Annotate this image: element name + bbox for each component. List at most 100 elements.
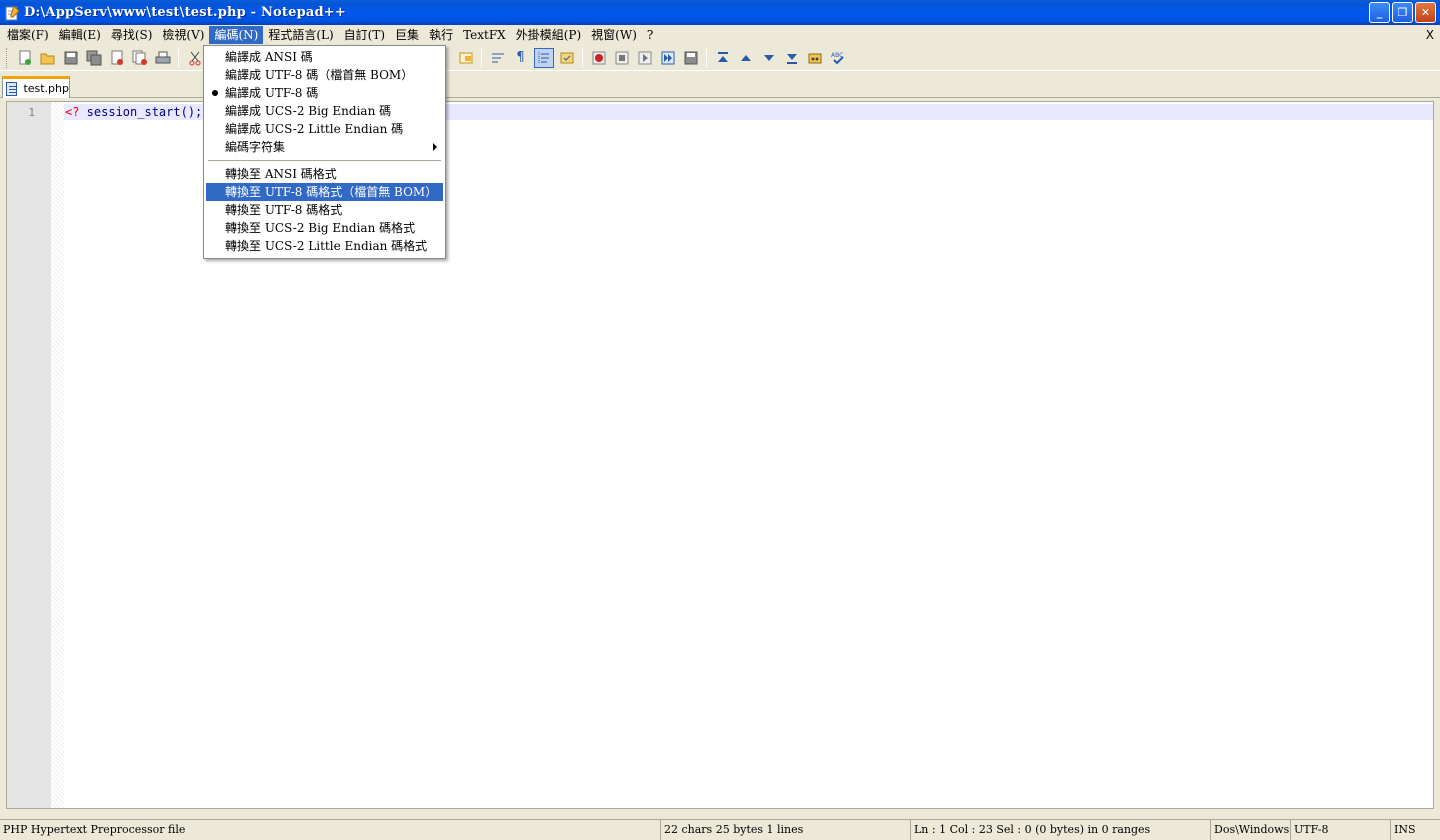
- submenu-arrow-icon: [433, 143, 437, 151]
- previous-bookmark-button[interactable]: [736, 48, 756, 68]
- status-bar: PHP Hypertext Preprocessor file 22 chars…: [0, 819, 1440, 840]
- save-button[interactable]: [61, 48, 81, 68]
- close-file-icon: [111, 50, 123, 65]
- cassette-icon: [808, 53, 821, 63]
- menu-item-encode-ucs2-big-endian[interactable]: 編譯成 UCS-2 Big Endian 碼: [206, 102, 443, 120]
- close-document-button[interactable]: X: [1426, 28, 1434, 42]
- cut-button[interactable]: [185, 48, 205, 68]
- menu-item-label: 轉換至 UTF-8 碼格式（檔首無 BOM）: [225, 185, 438, 199]
- menu-item-encode-utf8-without-bom[interactable]: 編譯成 UTF-8 碼（檔首無 BOM）: [206, 66, 443, 84]
- close-icon: ✕: [1420, 6, 1431, 19]
- menu-item-label: 轉換至 UTF-8 碼格式: [225, 203, 343, 217]
- new-file-button[interactable]: [15, 48, 35, 68]
- menu-item-convert-utf8-without-bom[interactable]: 轉換至 UTF-8 碼格式（檔首無 BOM）: [206, 183, 443, 201]
- menu-textfx[interactable]: TextFX: [458, 26, 511, 44]
- tab-test-php[interactable]: test.php: [2, 76, 70, 98]
- open-file-button[interactable]: [38, 48, 58, 68]
- menu-item-label: 編譯成 UCS-2 Big Endian 碼: [225, 104, 392, 118]
- menu-item-character-sets[interactable]: 編碼字符集: [206, 138, 443, 156]
- menu-separator: [208, 160, 441, 161]
- code-line[interactable]: <? session_start();: [65, 105, 202, 119]
- menu-item-label: 編譯成 ANSI 碼: [225, 50, 313, 64]
- arrow-down-icon: [763, 54, 774, 61]
- sync-scroll-button[interactable]: [456, 48, 476, 68]
- jump-bottom-icon: [786, 53, 797, 64]
- checked-bullet-icon: [212, 90, 218, 96]
- menu-item-convert-ucs2-little-endian[interactable]: 轉換至 UCS-2 Little Endian 碼格式: [206, 237, 443, 255]
- menu-window[interactable]: 視窗(W): [586, 26, 642, 44]
- toolbar-grip[interactable]: [6, 47, 9, 68]
- menu-plugins[interactable]: 外掛模組(P): [511, 26, 586, 44]
- save-icon: [64, 51, 77, 64]
- line-number: 1: [28, 106, 35, 119]
- word-wrap-button[interactable]: [488, 48, 508, 68]
- arrow-up-icon: [740, 54, 751, 61]
- restore-icon: ❐: [1397, 6, 1408, 19]
- minimize-button[interactable]: _: [1369, 2, 1390, 23]
- menu-edit[interactable]: 編輯(E): [54, 26, 106, 44]
- status-file-type: PHP Hypertext Preprocessor file: [3, 823, 186, 836]
- menu-item-label: 編譯成 UTF-8 碼（檔首無 BOM）: [225, 68, 414, 82]
- macro-play-button[interactable]: [635, 48, 655, 68]
- indent-guide-button[interactable]: [533, 47, 554, 68]
- macro-stop-button[interactable]: [612, 48, 632, 68]
- indent-guide-icon: [538, 51, 549, 64]
- close-all-icon: [132, 50, 147, 65]
- show-all-chars-button[interactable]: ¶: [511, 48, 531, 68]
- code-text: session_start();: [79, 105, 203, 119]
- toolbar-separator: [582, 48, 583, 67]
- fast-forward-icon: [661, 51, 674, 64]
- menu-search[interactable]: 尋找(S): [106, 26, 158, 44]
- php-open-tag: <?: [65, 105, 80, 119]
- notepad-plus-plus-app-icon[interactable]: [4, 4, 20, 21]
- menu-encoding[interactable]: 編碼(N): [209, 26, 264, 44]
- save-macro-icon: [684, 51, 697, 64]
- macro-run-multiple-button[interactable]: [658, 48, 678, 68]
- menu-item-convert-utf8[interactable]: 轉換至 UTF-8 碼格式: [206, 201, 443, 219]
- restore-button[interactable]: ❐: [1392, 2, 1413, 23]
- close-all-button[interactable]: [130, 48, 150, 68]
- close-file-button[interactable]: [107, 48, 127, 68]
- line-number-gutter: 1: [7, 102, 51, 808]
- menu-language[interactable]: 程式語言(L): [263, 26, 338, 44]
- tab-label: test.php: [23, 82, 69, 95]
- menu-help[interactable]: ?: [642, 26, 658, 44]
- menu-item-label: 轉換至 ANSI 碼格式: [225, 167, 337, 181]
- menu-item-label: 轉換至 UCS-2 Big Endian 碼格式: [225, 221, 416, 235]
- status-insert-mode: INS: [1390, 820, 1440, 840]
- save-all-button[interactable]: [84, 48, 104, 68]
- macro-save-button[interactable]: [681, 48, 701, 68]
- menu-item-encode-ansi[interactable]: 編譯成 ANSI 碼: [206, 48, 443, 66]
- toolbar-separator: [178, 48, 179, 67]
- new-file-icon: [19, 50, 31, 65]
- first-bookmark-button[interactable]: [713, 48, 733, 68]
- close-window-button[interactable]: ✕: [1415, 2, 1436, 23]
- macro-record-button[interactable]: [589, 48, 609, 68]
- spell-check-icon: ABC: [831, 52, 844, 64]
- fold-margin[interactable]: [51, 102, 64, 808]
- menu-macro[interactable]: 巨集: [390, 26, 424, 44]
- next-bookmark-button[interactable]: [759, 48, 779, 68]
- stop-icon: [615, 51, 628, 64]
- toolbar-separator: [481, 48, 482, 67]
- menu-item-encode-utf8[interactable]: 編譯成 UTF-8 碼: [206, 84, 443, 102]
- menu-settings[interactable]: 自訂(T): [339, 26, 390, 44]
- user-dialog-icon: [560, 52, 573, 63]
- menu-item-convert-ansi[interactable]: 轉換至 ANSI 碼格式: [206, 165, 443, 183]
- menu-item-encode-ucs2-little-endian[interactable]: 編譯成 UCS-2 Little Endian 碼: [206, 120, 443, 138]
- tape-recorder-button[interactable]: [805, 48, 825, 68]
- scissors-icon: [189, 51, 200, 65]
- menu-item-convert-ucs2-big-endian[interactable]: 轉換至 UCS-2 Big Endian 碼格式: [206, 219, 443, 237]
- title-bar: D:\AppServ\www\test\test.php - Notepad++…: [0, 0, 1440, 25]
- user-defined-dialog-button[interactable]: [557, 48, 577, 68]
- print-button[interactable]: [153, 48, 173, 68]
- menu-view[interactable]: 檢視(V): [157, 26, 209, 44]
- spell-check-button[interactable]: ABC: [828, 48, 848, 68]
- last-bookmark-button[interactable]: [782, 48, 802, 68]
- pilcrow-icon: ¶: [516, 50, 525, 65]
- menu-file[interactable]: 檔案(F): [2, 26, 54, 44]
- menu-item-label: 編譯成 UTF-8 碼: [225, 86, 319, 100]
- menu-run[interactable]: 執行: [424, 26, 458, 44]
- minimize-icon: _: [1376, 6, 1383, 19]
- word-wrap-icon: [491, 53, 504, 62]
